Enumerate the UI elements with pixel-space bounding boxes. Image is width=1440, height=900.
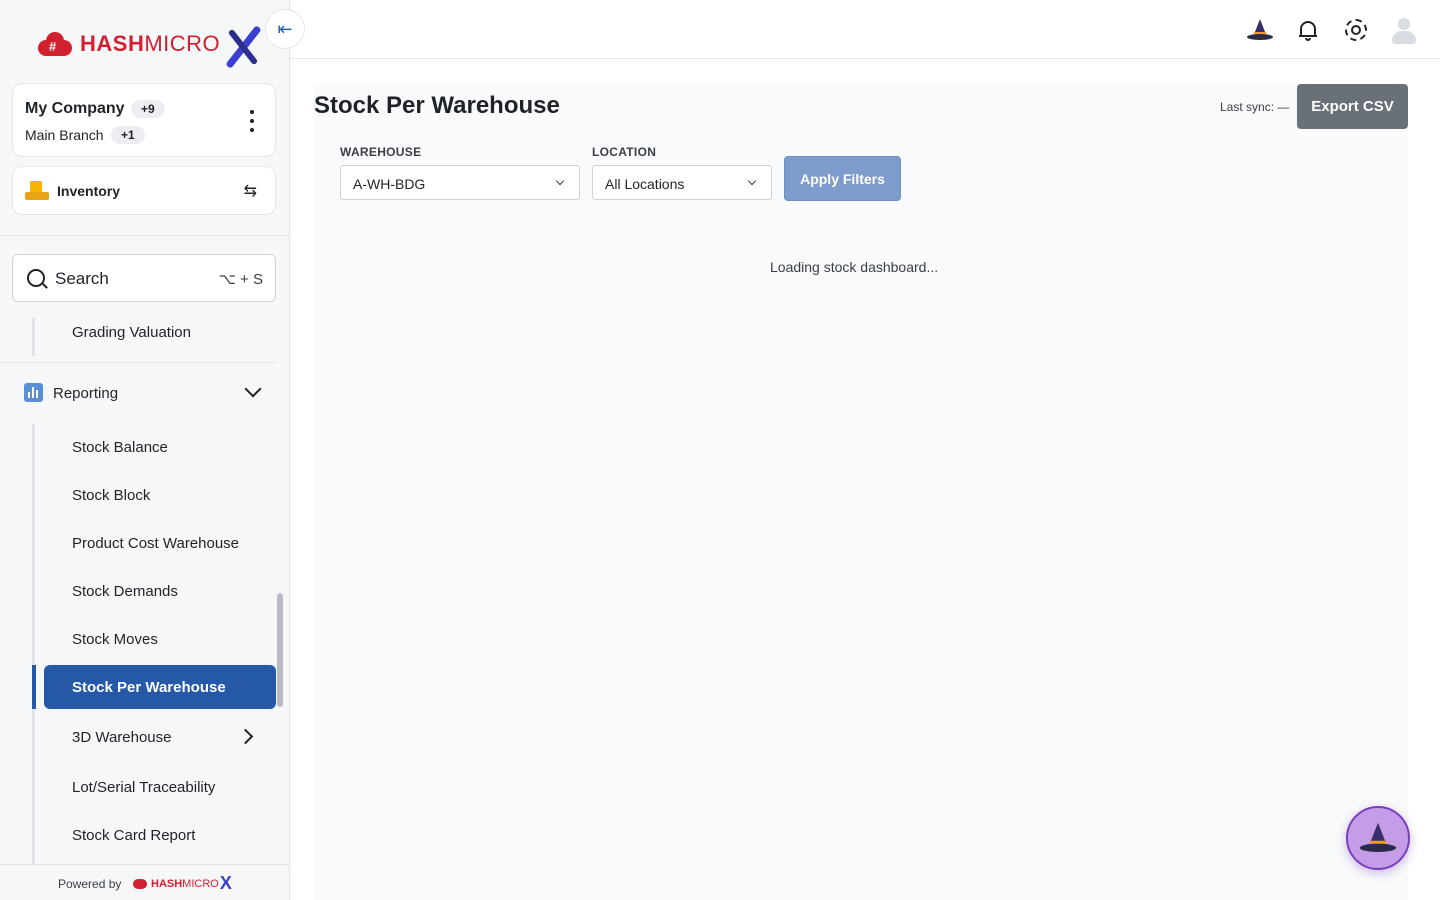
location-value: All Locations <box>605 176 685 192</box>
divider <box>0 235 289 236</box>
loading-message: Loading stock dashboard... <box>770 259 939 275</box>
active-indicator <box>32 665 36 709</box>
sidebar-scrollbar[interactable] <box>277 593 283 707</box>
sidebar-item-grading-valuation[interactable]: Grading Valuation <box>72 324 191 341</box>
sidebar: # HASHMICRO My Company +9 Main Branch +1… <box>0 0 290 900</box>
sidebar-item-product-cost-warehouse[interactable]: Product Cost Warehouse <box>72 535 239 552</box>
collapse-sidebar-button[interactable]: ⇤ <box>265 9 305 49</box>
chevron-down-icon <box>555 176 565 186</box>
location-select[interactable]: All Locations <box>592 165 772 200</box>
bell-icon <box>1299 20 1317 41</box>
sidebar-item-label-active: Stock Per Warehouse <box>72 679 226 696</box>
topbar <box>290 0 1440 59</box>
wizard-hat-icon <box>1359 821 1397 855</box>
export-csv-button[interactable]: Export CSV <box>1297 84 1408 129</box>
company-count-badge: +9 <box>131 100 165 118</box>
sidebar-section-reporting[interactable]: Reporting <box>53 385 118 402</box>
sidebar-item-stock-card-report[interactable]: Stock Card Report <box>72 827 195 844</box>
company-name: My Company <box>25 100 125 117</box>
module-switcher[interactable]: Inventory ⇆ <box>12 166 276 215</box>
powered-by-label: Powered by <box>58 877 122 891</box>
user-menu-button[interactable] <box>1390 16 1418 44</box>
chevron-down-icon <box>747 176 757 186</box>
sidebar-item-stock-demands[interactable]: Stock Demands <box>72 583 178 600</box>
sidebar-item-3d-warehouse[interactable]: 3D Warehouse <box>72 729 172 746</box>
avatar <box>1391 16 1417 44</box>
nav-tree-line <box>32 318 35 356</box>
nav-tree-line <box>32 424 35 864</box>
search-icon <box>27 269 45 287</box>
warehouse-select[interactable]: A-WH-BDG <box>340 165 580 200</box>
sidebar-item-stock-moves[interactable]: Stock Moves <box>72 631 158 648</box>
swap-arrows-icon[interactable]: ⇆ <box>244 181 257 201</box>
sidebar-item-lot-serial-traceability[interactable]: Lot/Serial Traceability <box>72 779 215 796</box>
sidebar-item-stock-block[interactable]: Stock Block <box>72 487 150 504</box>
search-shortcut: ⌥ + S <box>218 271 263 288</box>
footer-logo: HASH MICRO X <box>133 873 232 894</box>
main-content: Stock Per Warehouse Last sync: — Export … <box>314 84 1408 900</box>
chevron-down-icon[interactable] <box>244 380 262 398</box>
divider <box>0 362 276 363</box>
cloud-logo-icon: # <box>38 32 72 56</box>
apply-filters-button[interactable]: Apply Filters <box>784 156 901 201</box>
branch-name: Main Branch <box>25 127 104 143</box>
warehouse-value: A-WH-BDG <box>353 176 426 192</box>
inventory-box-icon <box>25 181 49 201</box>
more-options-icon[interactable] <box>249 110 255 132</box>
branch-count-badge: +1 <box>111 126 145 144</box>
page-title: Stock Per Warehouse <box>314 92 560 119</box>
collapse-left-icon: ⇤ <box>277 18 293 39</box>
location-label: LOCATION <box>592 145 657 159</box>
assistant-fab-button[interactable] <box>1346 806 1410 870</box>
last-sync-status: Last sync: — <box>1220 100 1290 114</box>
company-switcher[interactable]: My Company +9 Main Branch +1 <box>12 83 276 157</box>
search-placeholder: Search <box>55 269 109 288</box>
gear-icon <box>1345 19 1367 41</box>
sidebar-footer: Powered by HASH MICRO X <box>0 864 289 900</box>
reporting-chart-icon <box>24 383 43 402</box>
module-label: Inventory <box>57 183 121 199</box>
warehouse-label: WAREHOUSE <box>340 145 422 159</box>
cloud-logo-icon <box>133 878 147 889</box>
sidebar-item-stock-balance[interactable]: Stock Balance <box>72 439 168 456</box>
wizard-hat-icon <box>1247 18 1273 42</box>
chevron-right-icon[interactable] <box>237 728 254 745</box>
notifications-button[interactable] <box>1294 16 1322 44</box>
search-input[interactable]: Search ⌥ + S <box>12 254 276 302</box>
logo-text: HASHMICRO <box>80 31 221 56</box>
hashmicro-logo[interactable]: # HASHMICRO <box>38 22 262 69</box>
assistant-button[interactable] <box>1246 16 1274 44</box>
logo-x-mark <box>222 22 262 69</box>
settings-button[interactable] <box>1342 16 1370 44</box>
